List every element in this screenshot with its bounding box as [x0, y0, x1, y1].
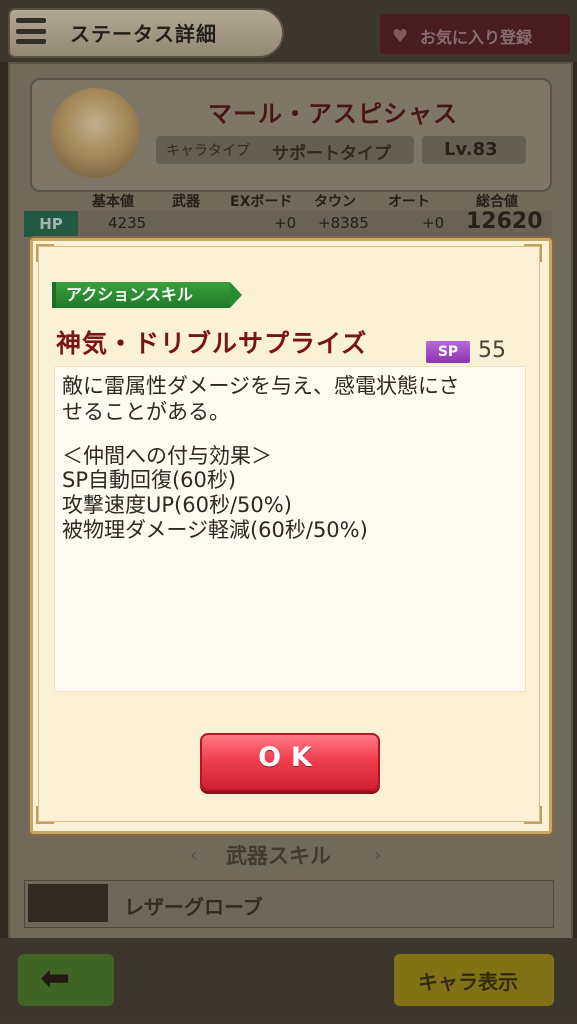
- sp-value: 55: [478, 338, 506, 363]
- sp-badge: SP: [426, 341, 470, 363]
- ok-button-label: OK: [258, 742, 322, 773]
- dialog-corner-br: [524, 806, 542, 824]
- dialog-corner-tl: [36, 244, 54, 262]
- skill-type-tag-tip: [230, 282, 242, 308]
- description-line: 被物理ダメージ軽減(60秒/50%): [62, 518, 368, 542]
- description-line: せることがある。: [62, 400, 230, 424]
- dialog-corner-tr: [524, 244, 542, 262]
- skill-name: 神気・ドリブルサプライズ: [56, 329, 368, 358]
- skill-type-tag: アクションスキル: [52, 282, 230, 308]
- dialog-corner-bl: [36, 806, 54, 824]
